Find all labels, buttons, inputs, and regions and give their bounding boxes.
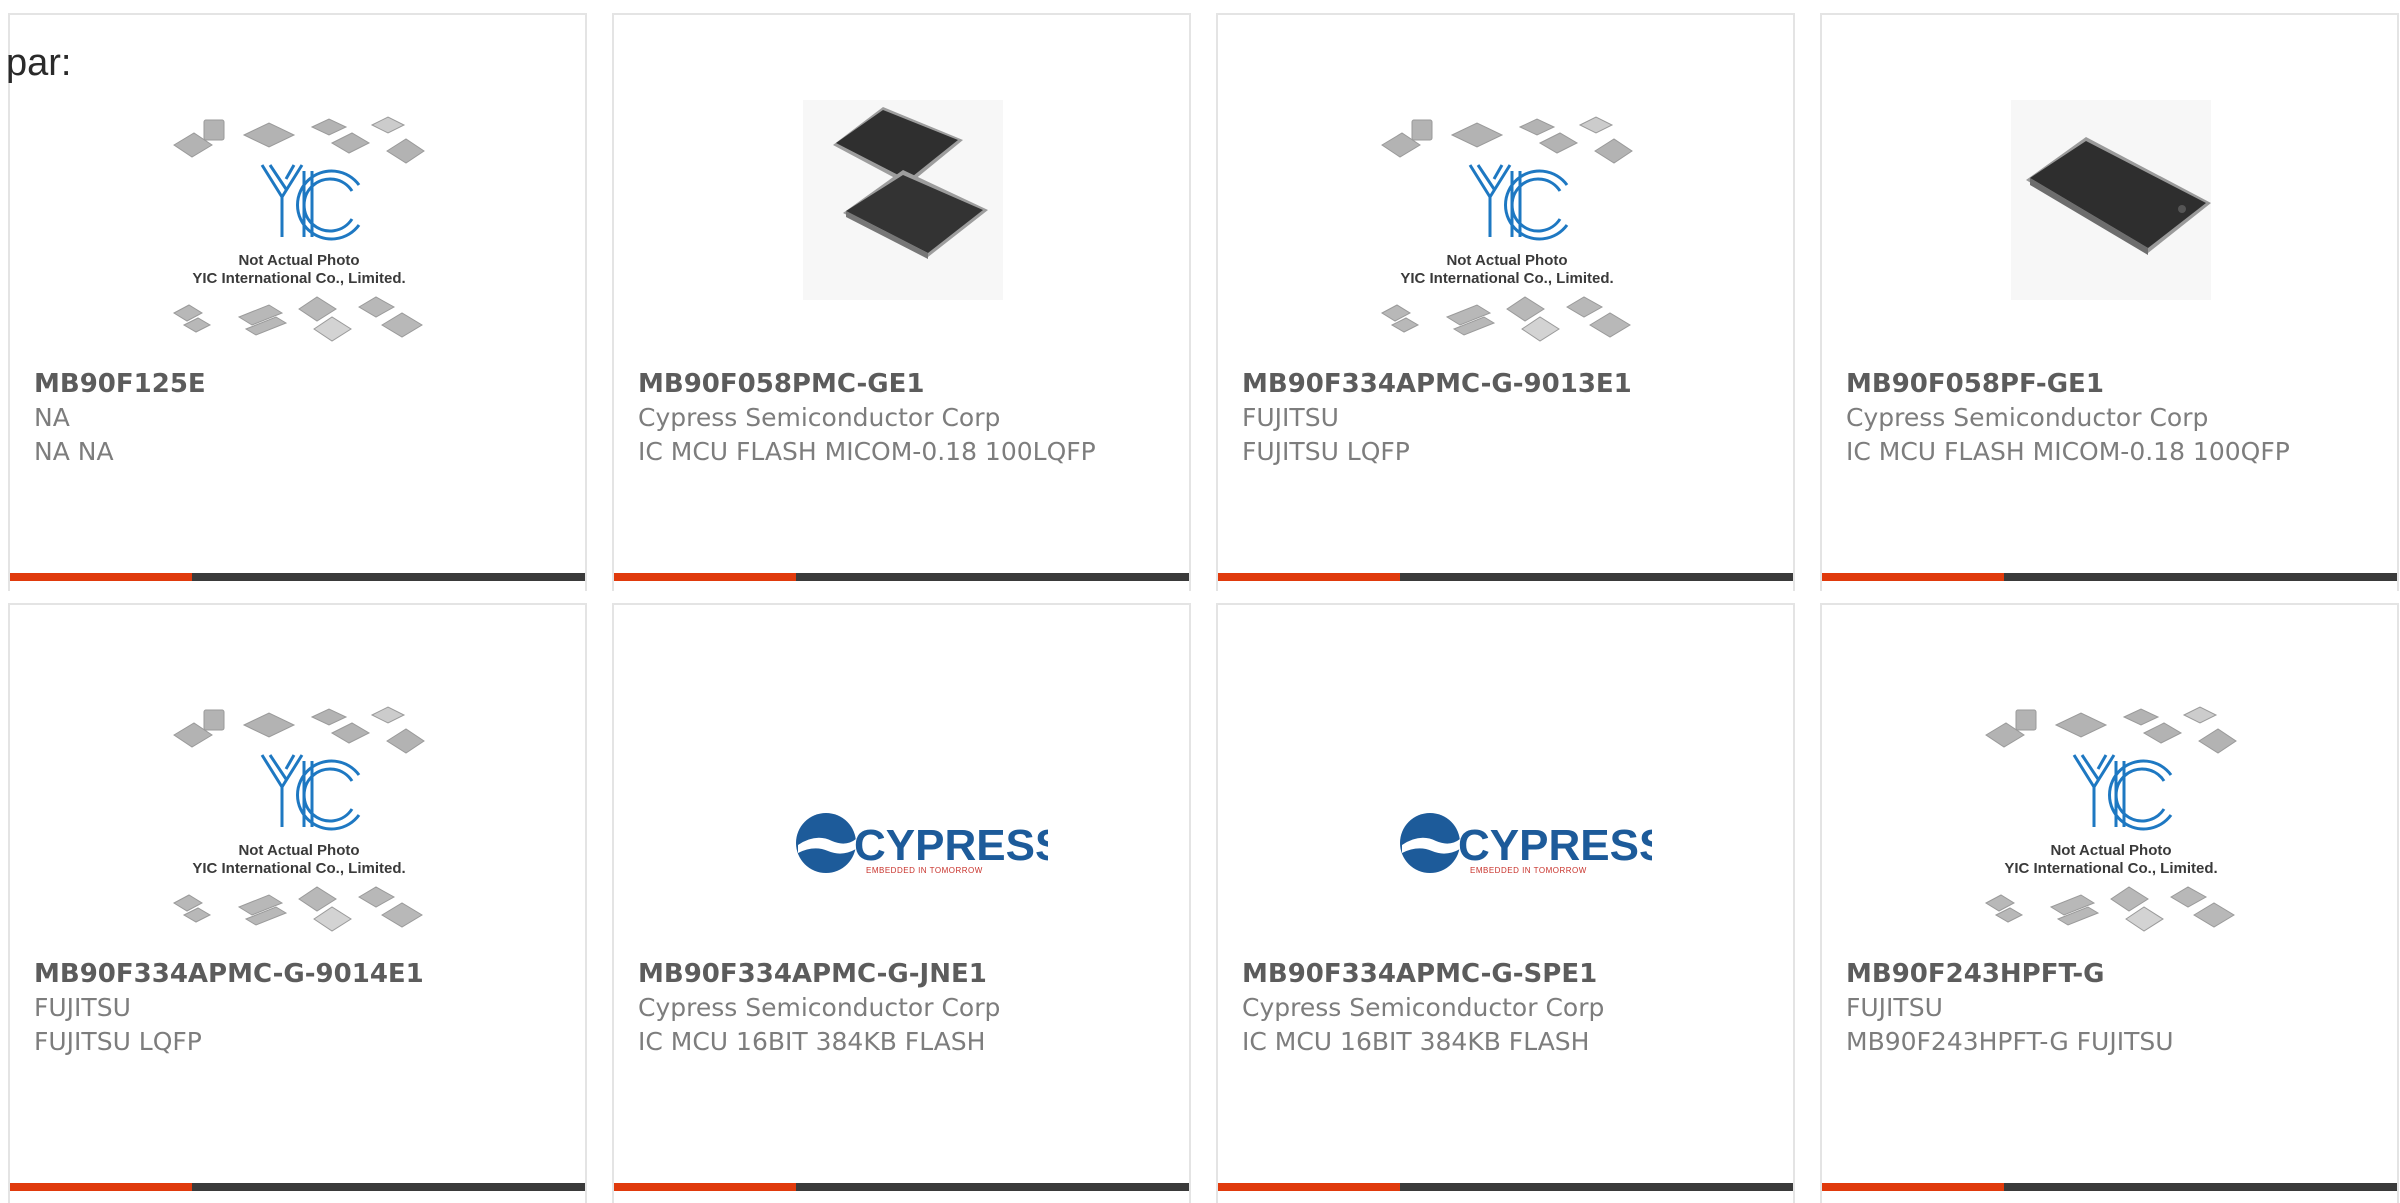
part-number[interactable]: MB90F125E <box>34 367 565 401</box>
cypress-logo-tagline: EMBEDDED IN TOMORROW <box>866 866 983 875</box>
card-accent-bar <box>1822 573 2397 581</box>
cypress-logo-word: CYPRESS <box>854 821 1048 870</box>
part-number[interactable]: MB90F334APMC-G-SPE1 <box>1242 957 1773 991</box>
page-prefix-label: par: <box>6 42 72 84</box>
card-accent-bar <box>1218 573 1793 581</box>
description: IC MCU FLASH MICOM-0.18 100LQFP <box>638 437 1096 466</box>
description: IC MCU FLASH MICOM-0.18 100QFP <box>1846 437 2290 466</box>
manufacturer: Cypress Semiconductor Corp <box>638 403 1001 432</box>
chip-pair-photo[interactable] <box>758 85 1048 355</box>
product-card[interactable]: CYPRESS EMBEDDED IN TOMORROW MB90F334APM… <box>1216 603 1795 1203</box>
product-card[interactable]: MB90F058PMC-GE1 Cypress Semiconductor Co… <box>612 13 1191 591</box>
yic-note-line2: YIC International Co., Limited. <box>192 270 405 287</box>
chip-single-photo[interactable] <box>1966 85 2256 355</box>
part-number[interactable]: MB90F243HPFT-G <box>1846 957 2377 991</box>
yic-placeholder-image[interactable]: Not Actual Photo YIC International Co., … <box>154 85 444 355</box>
yic-placeholder-image[interactable]: Not Actual Photo YIC International Co., … <box>154 675 444 945</box>
part-number[interactable]: MB90F058PF-GE1 <box>1846 367 2377 401</box>
description: MB90F243HPFT-G FUJITSU <box>1846 1027 2174 1056</box>
yic-note-line2: YIC International Co., Limited. <box>1400 270 1613 287</box>
description: IC MCU 16BIT 384KB FLASH <box>638 1027 986 1056</box>
cypress-logo[interactable]: CYPRESS EMBEDDED IN TOMORROW <box>1362 675 1668 945</box>
product-card[interactable]: MB90F058PF-GE1 Cypress Semiconductor Cor… <box>1820 13 2399 591</box>
description: FUJITSU LQFP <box>34 1027 202 1056</box>
part-number[interactable]: MB90F334APMC-G-9013E1 <box>1242 367 1773 401</box>
card-accent-bar <box>10 1183 585 1191</box>
part-number[interactable]: MB90F334APMC-G-9014E1 <box>34 957 565 991</box>
manufacturer: Cypress Semiconductor Corp <box>1846 403 2209 432</box>
manufacturer: Cypress Semiconductor Corp <box>1242 993 1605 1022</box>
manufacturer: NA <box>34 403 70 432</box>
product-card[interactable]: Not Actual Photo YIC International Co., … <box>1216 13 1795 591</box>
part-number[interactable]: MB90F334APMC-G-JNE1 <box>638 957 1169 991</box>
cypress-logo-word: CYPRESS <box>1458 821 1652 870</box>
yic-placeholder-image[interactable]: Not Actual Photo YIC International Co., … <box>1362 85 1652 355</box>
product-card[interactable]: Not Actual Photo YIC International Co., … <box>8 603 587 1203</box>
description: IC MCU 16BIT 384KB FLASH <box>1242 1027 1590 1056</box>
yic-note-line2: YIC International Co., Limited. <box>2004 860 2217 877</box>
product-card[interactable]: Not Actual Photo YIC International Co., … <box>1820 603 2399 1203</box>
card-accent-bar <box>614 573 1189 581</box>
manufacturer: Cypress Semiconductor Corp <box>638 993 1001 1022</box>
description: FUJITSU LQFP <box>1242 437 1410 466</box>
cypress-logo[interactable]: CYPRESS EMBEDDED IN TOMORROW <box>758 675 1064 945</box>
yic-note-line1: Not Actual Photo <box>1446 252 1567 269</box>
part-number[interactable]: MB90F058PMC-GE1 <box>638 367 1169 401</box>
yic-note-line1: Not Actual Photo <box>238 252 359 269</box>
card-accent-bar <box>1218 1183 1793 1191</box>
card-accent-bar <box>614 1183 1189 1191</box>
product-grid: Not Actual Photo YIC International Co., … <box>0 0 2400 1203</box>
card-accent-bar <box>1822 1183 2397 1191</box>
yic-placeholder-image[interactable]: Not Actual Photo YIC International Co., … <box>1966 675 2256 945</box>
manufacturer: FUJITSU <box>1242 403 1339 432</box>
cypress-logo-tagline: EMBEDDED IN TOMORROW <box>1470 866 1587 875</box>
description: NA NA <box>34 437 114 466</box>
product-card[interactable]: CYPRESS EMBEDDED IN TOMORROW MB90F334APM… <box>612 603 1191 1203</box>
manufacturer: FUJITSU <box>1846 993 1943 1022</box>
yic-note-line1: Not Actual Photo <box>2050 842 2171 859</box>
product-card[interactable]: Not Actual Photo YIC International Co., … <box>8 13 587 591</box>
yic-note-line2: YIC International Co., Limited. <box>192 860 405 877</box>
card-accent-bar <box>10 573 585 581</box>
manufacturer: FUJITSU <box>34 993 131 1022</box>
yic-note-line1: Not Actual Photo <box>238 842 359 859</box>
